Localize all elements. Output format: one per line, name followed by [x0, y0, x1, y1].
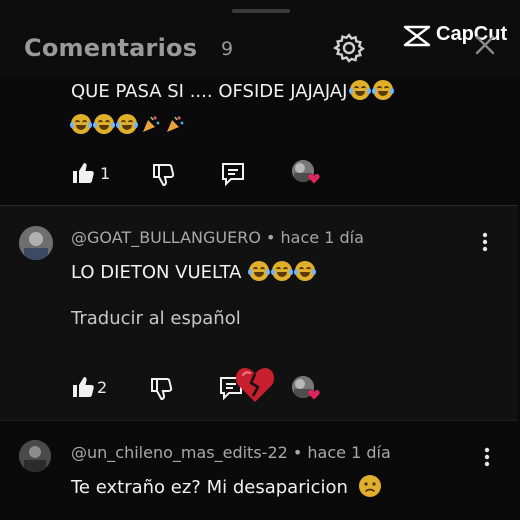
laughing-emoji: [372, 80, 395, 100]
comment-text-line: Te extraño ez? Mi desaparicion: [71, 477, 348, 498]
translate-link[interactable]: Traducir al español: [71, 308, 241, 329]
thumbs-up-icon[interactable]: [70, 374, 96, 400]
thumbs-down-icon[interactable]: [150, 162, 176, 188]
laughing-emoji: [349, 80, 372, 100]
broken-heart-icon: [235, 368, 275, 402]
comment-count: 9: [221, 38, 234, 60]
sad-face-emoji: [358, 475, 381, 497]
laughing-emoji: [293, 261, 316, 281]
avatar[interactable]: [19, 440, 51, 472]
comment-text: LO DIETON VUELTA: [71, 261, 316, 283]
like-count: 1: [100, 164, 111, 183]
author-handle[interactable]: @GOAT_BULLANGUERO: [71, 228, 261, 247]
like-count: 2: [97, 378, 108, 397]
creator-heart-icon: [308, 174, 320, 184]
kebab-menu-icon[interactable]: [482, 232, 488, 252]
laughing-emoji: [93, 114, 115, 134]
author-handle[interactable]: @un_chileno_mas_edits-22: [71, 443, 288, 462]
thumbs-up-icon[interactable]: [70, 160, 96, 186]
party-popper-icon: [143, 116, 160, 132]
comment-card: @GOAT_BULLANGUERO • hace 1 día LO DIETON…: [0, 205, 518, 421]
comment-text: Te extraño ez? Mi desaparicion: [71, 474, 382, 498]
comment-actions: 1: [70, 160, 330, 188]
comment-emoji-line: [70, 114, 185, 136]
capcut-logo-text: CapCut: [436, 23, 508, 45]
capcut-watermark: CapCut: [402, 23, 514, 51]
laughing-emoji: [270, 261, 293, 281]
comment-time: • hace 1 día: [292, 443, 391, 462]
comment-author[interactable]: @un_chileno_mas_edits-22 • hace 1 día: [71, 443, 391, 462]
drag-handle[interactable]: [232, 9, 290, 13]
kebab-menu-icon[interactable]: [484, 447, 490, 467]
comment-text-line: QUE PASA SI .... OFSIDE JAJAJAJ: [71, 81, 348, 102]
laughing-emoji: [247, 261, 270, 281]
creator-heart-icon: [308, 390, 320, 400]
party-popper-icon: [167, 116, 184, 132]
gear-icon[interactable]: [333, 32, 365, 64]
laughing-emoji: [116, 114, 138, 134]
laughing-emoji: [70, 114, 92, 134]
thumbs-down-icon[interactable]: [148, 376, 174, 402]
close-icon[interactable]: [474, 34, 496, 56]
comments-header: Comentarios 9 CapCut: [0, 0, 520, 78]
reply-icon[interactable]: [220, 161, 246, 187]
comment-author[interactable]: @GOAT_BULLANGUERO • hace 1 día: [71, 228, 364, 247]
capcut-logo-icon: [403, 25, 431, 47]
avatar[interactable]: [19, 226, 53, 260]
comment-text: QUE PASA SI .... OFSIDE JAJAJAJ: [71, 80, 395, 102]
comment-text-line: LO DIETON VUELTA: [71, 262, 242, 283]
page-title: Comentarios: [24, 34, 198, 62]
comment-time: • hace 1 día: [266, 228, 364, 247]
